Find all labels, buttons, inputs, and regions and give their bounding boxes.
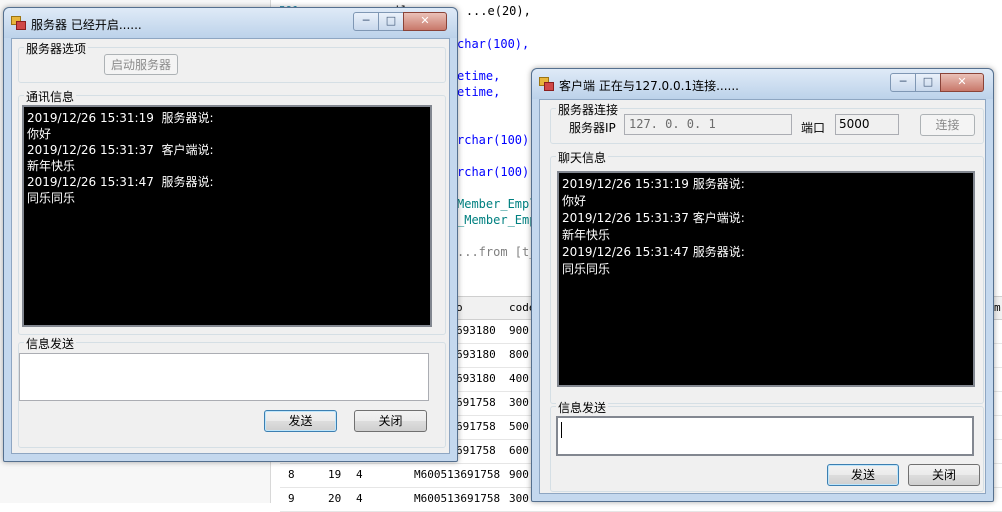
grid-cell: 691758 <box>456 444 496 457</box>
server-chat-log[interactable]: 2019/12/26 15:31:19 服务器说: 你好 2019/12/26 … <box>22 105 432 327</box>
app-icon <box>539 77 554 91</box>
caption-buttons: ─ □ ✕ <box>890 73 986 92</box>
minimize-icon[interactable]: ─ <box>353 12 379 31</box>
server-options-label: 服务器选项 <box>24 40 89 57</box>
grid-col-header: m <box>994 301 1001 314</box>
server-send-button[interactable]: 发送 <box>264 410 337 432</box>
connect-button[interactable]: 连接 <box>920 114 975 136</box>
grid-cell: M600513691758 <box>414 468 501 481</box>
grid-cell: 693180 <box>456 348 496 361</box>
chat-line: 新年快乐 <box>27 159 76 173</box>
grid-cell: 4 <box>356 468 363 481</box>
comm-info-label: 通讯信息 <box>24 88 77 105</box>
server-connection-label: 服务器连接 <box>556 101 621 118</box>
code-line: etime, <box>457 69 501 83</box>
server-message-input[interactable] <box>19 353 429 401</box>
grid-cell: 300 <box>509 492 529 505</box>
maximize-icon[interactable]: □ <box>378 12 404 31</box>
server-options-group: 服务器选项 启动服务器 <box>18 40 446 83</box>
caption-buttons: ─ □ ✕ <box>353 12 449 31</box>
close-icon[interactable]: ✕ <box>403 12 447 31</box>
client-close-button[interactable]: 关闭 <box>908 464 980 486</box>
client-client-area: 服务器连接 服务器IP 127. 0. 0. 1 端口 5000 连接 聊天信息… <box>539 99 986 494</box>
port-field[interactable]: 5000 <box>835 114 899 135</box>
server-window: 服务器 已经开启...... ─ □ ✕ 服务器选项 启动服务器 通讯信息 20… <box>3 7 458 462</box>
comm-info-group: 通讯信息 2019/12/26 15:31:19 服务器说: 你好 2019/1… <box>18 88 446 335</box>
chat-line: 你好 <box>27 127 52 141</box>
grid-cell: 693180 <box>456 324 496 337</box>
server-client-area: 服务器选项 启动服务器 通讯信息 2019/12/26 15:31:19 服务器… <box>11 38 450 454</box>
chat-line: 2019/12/26 15:31:37 客户端说: <box>27 143 214 157</box>
grid-cell: 691758 <box>456 420 496 433</box>
chat-line: 同乐同乐 <box>562 262 611 276</box>
maximize-icon[interactable]: □ <box>915 73 941 92</box>
server-send-label: 信息发送 <box>24 335 77 352</box>
server-connection-group: 服务器连接 服务器IP 127. 0. 0. 1 端口 5000 连接 <box>550 101 984 144</box>
chat-line: 2019/12/26 15:31:47 服务器说: <box>27 175 214 189</box>
grid-cell: 8 <box>288 468 295 481</box>
grid-cell: 300 <box>509 396 529 409</box>
code-line: etime, <box>457 85 501 99</box>
chat-line: 你好 <box>562 194 587 208</box>
start-server-button[interactable]: 启动服务器 <box>104 54 178 75</box>
client-window-title: 客户端 正在与127.0.0.1连接...... <box>559 79 739 93</box>
client-send-group: 信息发送 发送 关闭 <box>550 399 984 492</box>
text-caret <box>561 422 562 438</box>
chat-line: 2019/12/26 15:31:19 服务器说: <box>27 111 214 125</box>
grid-cell: 4 <box>356 492 363 505</box>
client-window: 客户端 正在与127.0.0.1连接...... ─ □ ✕ 服务器连接 服务器… <box>531 68 994 502</box>
server-window-title: 服务器 已经开启...... <box>31 18 142 32</box>
server-send-group: 信息发送 发送 关闭 <box>18 335 446 448</box>
grid-cell: 19 <box>328 468 342 481</box>
client-titlebar[interactable]: 客户端 正在与127.0.0.1连接...... ─ □ ✕ <box>532 69 993 99</box>
minimize-icon[interactable]: ─ <box>890 73 916 92</box>
grid-cell: 500 <box>509 420 529 433</box>
grid-cell: 600 <box>509 444 529 457</box>
code-line: char(100), <box>457 37 530 51</box>
chat-line: 2019/12/26 15:31:37 客户端说: <box>562 211 745 225</box>
server-ip-label: 服务器IP <box>569 121 616 135</box>
grid-cell: 400 <box>509 372 529 385</box>
grid-cell: 9 <box>288 492 295 505</box>
chat-line: 新年快乐 <box>562 228 611 242</box>
grid-cell: 800 <box>509 348 529 361</box>
client-send-label: 信息发送 <box>556 399 609 416</box>
code-line: rchar(100), <box>457 133 537 147</box>
app-icon <box>11 16 26 30</box>
client-chat-log[interactable]: 2019/12/26 15:31:19 服务器说: 你好 2019/12/26 … <box>557 171 975 387</box>
grid-cell: 691758 <box>456 396 496 409</box>
chat-line: 2019/12/26 15:31:47 服务器说: <box>562 245 745 259</box>
client-send-button[interactable]: 发送 <box>827 464 899 486</box>
chat-info-group: 聊天信息 2019/12/26 15:31:19 服务器说: 你好 2019/1… <box>550 149 984 404</box>
grid-cell: M600513691758 <box>414 492 501 505</box>
grid-cell: 20 <box>328 492 342 505</box>
code-line: rchar(100) <box>457 165 530 179</box>
grid-cell: 900 <box>509 468 529 481</box>
chat-line: 2019/12/26 15:31:19 服务器说: <box>562 177 745 191</box>
server-ip-field[interactable]: 127. 0. 0. 1 <box>624 114 792 135</box>
chat-info-label: 聊天信息 <box>556 149 609 166</box>
server-close-button[interactable]: 关闭 <box>354 410 427 432</box>
client-message-input[interactable] <box>556 416 974 456</box>
close-icon[interactable]: ✕ <box>940 73 984 92</box>
chat-line: 同乐同乐 <box>27 191 76 205</box>
server-titlebar[interactable]: 服务器 已经开启...... ─ □ ✕ <box>4 8 457 38</box>
port-label: 端口 <box>801 121 826 135</box>
grid-cell: 693180 <box>456 372 496 385</box>
grid-cell: 900 <box>509 324 529 337</box>
